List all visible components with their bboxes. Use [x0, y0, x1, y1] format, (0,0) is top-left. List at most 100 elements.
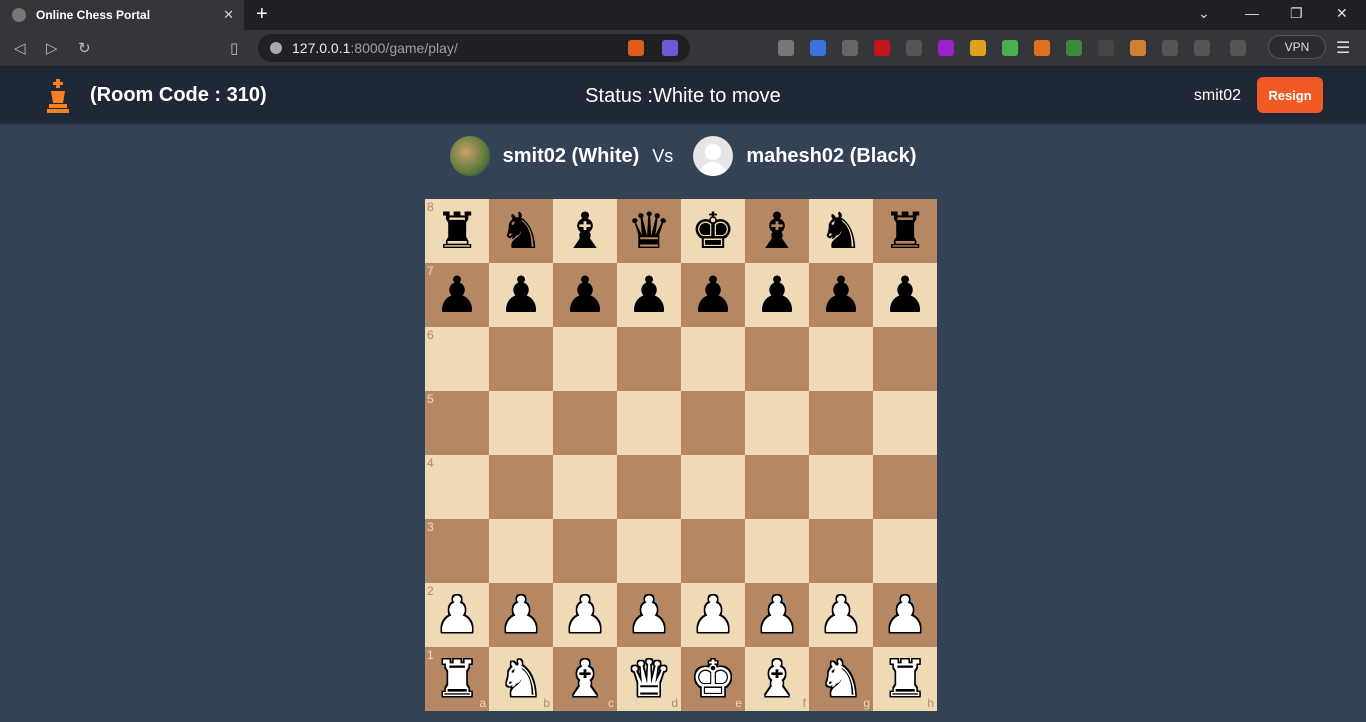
square-g3[interactable]	[809, 519, 873, 583]
square-e1[interactable]: e ♚	[681, 647, 745, 711]
square-h2[interactable]: ♟	[873, 583, 937, 647]
square-a2[interactable]: 2 ♟	[425, 583, 489, 647]
address-bar[interactable]: 127.0.0.1 :8000/game/play/	[258, 34, 690, 62]
browser-tab[interactable]: Online Chess Portal ✕	[0, 0, 244, 30]
square-g6[interactable]	[809, 327, 873, 391]
extension-icon[interactable]	[1066, 40, 1082, 56]
square-h4[interactable]	[873, 455, 937, 519]
back-icon[interactable]: ◁	[14, 39, 26, 57]
square-h8[interactable]: ♜	[873, 199, 937, 263]
extension-icon[interactable]	[778, 40, 794, 56]
square-d4[interactable]	[617, 455, 681, 519]
square-d5[interactable]	[617, 391, 681, 455]
black-bishop-icon[interactable]: ♝	[563, 206, 608, 256]
square-b2[interactable]: ♟	[489, 583, 553, 647]
black-pawn-icon[interactable]: ♟	[819, 270, 864, 320]
extension-icon[interactable]	[1098, 40, 1114, 56]
square-d6[interactable]	[617, 327, 681, 391]
vpn-button[interactable]: VPN	[1268, 35, 1326, 59]
black-pawn-icon[interactable]: ♟	[499, 270, 544, 320]
square-d1[interactable]: d ♛	[617, 647, 681, 711]
white-rook-icon[interactable]: ♜	[435, 654, 480, 704]
square-b5[interactable]	[489, 391, 553, 455]
square-g8[interactable]: ♞	[809, 199, 873, 263]
square-c3[interactable]	[553, 519, 617, 583]
square-b1[interactable]: b ♞	[489, 647, 553, 711]
square-a5[interactable]: 5	[425, 391, 489, 455]
square-b7[interactable]: ♟	[489, 263, 553, 327]
square-c1[interactable]: c ♝	[553, 647, 617, 711]
sidebar-icon[interactable]	[1194, 40, 1210, 56]
square-a8[interactable]: 8 ♜	[425, 199, 489, 263]
square-a4[interactable]: 4	[425, 455, 489, 519]
black-pawn-icon[interactable]: ♟	[563, 270, 608, 320]
square-c5[interactable]	[553, 391, 617, 455]
chess-board[interactable]: 8 ♜ ♞ ♝ ♛ ♚ ♝ ♞ ♜ 7 ♟ ♟ ♟ ♟ ♟ ♟ ♟ ♟ 6 5 4 3 2 ♟ ♟ ♟ ♟ ♟ ♟ ♟ ♟ 1 a ♜ b ♞ c ♝ d ♛…	[425, 199, 937, 711]
window-close-icon[interactable]: ✕	[1336, 5, 1348, 22]
close-tab-icon[interactable]: ✕	[223, 7, 234, 23]
square-h7[interactable]: ♟	[873, 263, 937, 327]
square-e6[interactable]	[681, 327, 745, 391]
black-bishop-icon[interactable]: ♝	[755, 206, 800, 256]
menu-icon[interactable]: ☰	[1336, 38, 1350, 58]
square-a7[interactable]: 7 ♟	[425, 263, 489, 327]
black-knight-icon[interactable]: ♞	[499, 206, 544, 256]
square-f6[interactable]	[745, 327, 809, 391]
square-f8[interactable]: ♝	[745, 199, 809, 263]
white-pawn-icon[interactable]: ♟	[819, 590, 864, 640]
white-king-icon[interactable]: ♚	[691, 654, 736, 704]
white-pawn-icon[interactable]: ♟	[435, 590, 480, 640]
white-bishop-icon[interactable]: ♝	[563, 654, 608, 704]
black-pawn-icon[interactable]: ♟	[691, 270, 736, 320]
square-f3[interactable]	[745, 519, 809, 583]
wallet-icon[interactable]	[1230, 40, 1246, 56]
square-a1[interactable]: 1 a ♜	[425, 647, 489, 711]
square-b4[interactable]	[489, 455, 553, 519]
square-b3[interactable]	[489, 519, 553, 583]
black-knight-icon[interactable]: ♞	[819, 206, 864, 256]
extension-icon[interactable]	[1130, 40, 1146, 56]
white-queen-icon[interactable]: ♛	[627, 654, 672, 704]
square-c7[interactable]: ♟	[553, 263, 617, 327]
square-e5[interactable]	[681, 391, 745, 455]
square-h3[interactable]	[873, 519, 937, 583]
square-a3[interactable]: 3	[425, 519, 489, 583]
black-rook-icon[interactable]: ♜	[435, 206, 480, 256]
black-pawn-icon[interactable]: ♟	[435, 270, 480, 320]
translate-icon[interactable]	[810, 40, 826, 56]
square-h6[interactable]	[873, 327, 937, 391]
square-g5[interactable]	[809, 391, 873, 455]
square-e8[interactable]: ♚	[681, 199, 745, 263]
tab-search-icon[interactable]: ⌄	[1198, 5, 1210, 22]
reload-icon[interactable]: ↻	[78, 39, 91, 57]
minimize-icon[interactable]: —	[1245, 5, 1259, 21]
square-e4[interactable]	[681, 455, 745, 519]
square-c4[interactable]	[553, 455, 617, 519]
brave-shield-icon[interactable]	[628, 40, 644, 56]
square-c8[interactable]: ♝	[553, 199, 617, 263]
square-f5[interactable]	[745, 391, 809, 455]
white-knight-icon[interactable]: ♞	[499, 654, 544, 704]
new-tab-button[interactable]: +	[256, 3, 268, 26]
black-queen-icon[interactable]: ♛	[627, 206, 672, 256]
square-c2[interactable]: ♟	[553, 583, 617, 647]
square-e3[interactable]	[681, 519, 745, 583]
square-d7[interactable]: ♟	[617, 263, 681, 327]
square-e2[interactable]: ♟	[681, 583, 745, 647]
site-info-icon[interactable]	[270, 42, 282, 54]
black-pawn-icon[interactable]: ♟	[627, 270, 672, 320]
square-f2[interactable]: ♟	[745, 583, 809, 647]
extension-icon[interactable]	[1034, 40, 1050, 56]
square-a6[interactable]: 6	[425, 327, 489, 391]
white-pawn-icon[interactable]: ♟	[691, 590, 736, 640]
square-f1[interactable]: f ♝	[745, 647, 809, 711]
bookmark-icon[interactable]: ▯	[230, 39, 238, 57]
white-knight-icon[interactable]: ♞	[819, 654, 864, 704]
square-e7[interactable]: ♟	[681, 263, 745, 327]
black-rook-icon[interactable]: ♜	[883, 206, 928, 256]
extension-icon[interactable]	[1002, 40, 1018, 56]
square-g2[interactable]: ♟	[809, 583, 873, 647]
react-icon[interactable]	[906, 40, 922, 56]
square-f7[interactable]: ♟	[745, 263, 809, 327]
white-pawn-icon[interactable]: ♟	[627, 590, 672, 640]
